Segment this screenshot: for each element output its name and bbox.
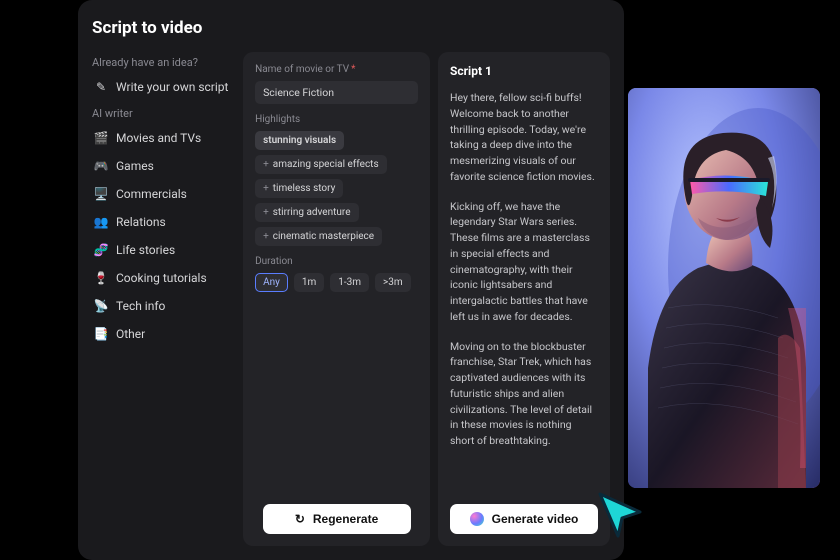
- games-icon: 🎮: [94, 159, 108, 173]
- ai-writer-label: AI writer: [92, 107, 235, 120]
- relations-icon: 👥: [94, 215, 108, 229]
- regenerate-button[interactable]: ↻ Regenerate: [263, 504, 411, 534]
- chip-label: stirring adventure: [273, 207, 351, 218]
- highlights-chips: stunning visuals + amazing special effect…: [255, 131, 418, 246]
- script-body: Hey there, fellow sci-fi buffs! Welcome …: [450, 90, 598, 463]
- plus-icon: +: [263, 183, 269, 194]
- preview-image: [628, 88, 820, 488]
- sidebar-item-commercials[interactable]: 🖥️ Commercials: [92, 182, 235, 206]
- duration-option-1-3m[interactable]: 1-3m: [330, 273, 369, 292]
- form-panel: Name of movie or TV Science Fiction High…: [243, 52, 430, 546]
- sidebar-item-label: Games: [116, 159, 154, 173]
- sidebar-item-tech[interactable]: 📡 Tech info: [92, 294, 235, 318]
- sidebar-item-label: Life stories: [116, 243, 175, 257]
- life-stories-icon: 🧬: [94, 243, 108, 257]
- tech-icon: 📡: [94, 299, 108, 313]
- write-own-label: Write your own script: [116, 80, 228, 94]
- regenerate-label: Regenerate: [313, 512, 378, 526]
- highlight-chip-fixed[interactable]: stunning visuals: [255, 131, 344, 150]
- sidebar-item-label: Movies and TVs: [116, 131, 201, 145]
- cursor-pointer-icon: [594, 488, 648, 542]
- highlight-chip[interactable]: + stirring adventure: [255, 203, 358, 222]
- duration-label: Duration: [255, 256, 418, 267]
- already-idea-label: Already have an idea?: [92, 56, 235, 69]
- commercials-icon: 🖥️: [94, 187, 108, 201]
- sidebar-item-label: Tech info: [116, 299, 165, 313]
- duration-option-gt3m[interactable]: >3m: [375, 273, 411, 292]
- chip-label: cinematic masterpiece: [273, 231, 374, 242]
- duration-option-any[interactable]: Any: [255, 273, 288, 292]
- script-paragraph: Kicking off, we have the legendary Star …: [450, 199, 598, 325]
- sidebar-item-other[interactable]: 📑 Other: [92, 322, 235, 346]
- plus-icon: +: [263, 207, 269, 218]
- sidebar-item-label: Relations: [116, 215, 166, 229]
- highlight-chip[interactable]: + cinematic masterpiece: [255, 227, 382, 246]
- sidebar-item-relations[interactable]: 👥 Relations: [92, 210, 235, 234]
- generate-icon: [470, 512, 484, 526]
- plus-icon: +: [263, 159, 269, 170]
- highlight-chip[interactable]: + timeless story: [255, 179, 343, 198]
- chip-label: timeless story: [273, 183, 336, 194]
- chip-label: amazing special effects: [273, 159, 379, 170]
- name-label: Name of movie or TV: [255, 64, 418, 75]
- sidebar-item-movies[interactable]: 🎬 Movies and TVs: [92, 126, 235, 150]
- sidebar-item-label: Commercials: [116, 187, 187, 201]
- refresh-icon: ↻: [295, 512, 305, 526]
- script-heading: Script 1: [450, 64, 598, 78]
- name-input[interactable]: Science Fiction: [255, 81, 418, 104]
- sidebar-item-life-stories[interactable]: 🧬 Life stories: [92, 238, 235, 262]
- duration-options: Any 1m 1-3m >3m: [255, 273, 418, 292]
- script-panel: Script 1 Hey there, fellow sci-fi buffs!…: [438, 52, 610, 546]
- other-icon: 📑: [94, 327, 108, 341]
- highlight-chip[interactable]: + amazing special effects: [255, 155, 387, 174]
- script-paragraph: Moving on to the blockbuster franchise, …: [450, 339, 598, 449]
- duration-option-1m[interactable]: 1m: [294, 273, 324, 292]
- sidebar-item-label: Cooking tutorials: [116, 271, 207, 285]
- generate-label: Generate video: [492, 512, 579, 526]
- sidebar-item-cooking[interactable]: 🍷 Cooking tutorials: [92, 266, 235, 290]
- sidebar-item-label: Other: [116, 327, 145, 341]
- script-to-video-window: Script to video Already have an idea? ✎ …: [78, 0, 624, 560]
- sidebar: Already have an idea? ✎ Write your own s…: [92, 52, 235, 546]
- movies-icon: 🎬: [94, 131, 108, 145]
- sidebar-item-games[interactable]: 🎮 Games: [92, 154, 235, 178]
- script-paragraph: Hey there, fellow sci-fi buffs! Welcome …: [450, 90, 598, 185]
- plus-icon: +: [263, 231, 269, 242]
- write-own-script[interactable]: ✎ Write your own script: [92, 75, 235, 99]
- columns: Already have an idea? ✎ Write your own s…: [92, 52, 610, 546]
- cooking-icon: 🍷: [94, 271, 108, 285]
- generate-video-button[interactable]: Generate video: [450, 504, 598, 534]
- window-title: Script to video: [92, 18, 610, 38]
- pencil-icon: ✎: [94, 80, 108, 94]
- highlights-label: Highlights: [255, 114, 418, 125]
